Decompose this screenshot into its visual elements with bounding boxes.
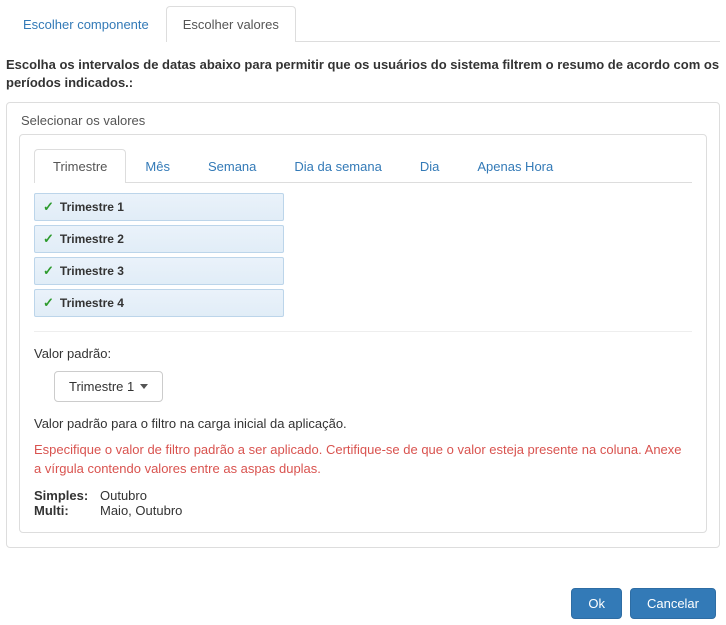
example-simple-value: Outubro <box>100 488 147 503</box>
value-label: Trimestre 3 <box>60 264 124 278</box>
check-icon: ✓ <box>43 263 54 279</box>
default-value-dropdown[interactable]: Trimestre 1 <box>54 371 163 402</box>
value-item-trimestre-2[interactable]: ✓ Trimestre 2 <box>34 225 284 253</box>
outer-tabs: Escolher componente Escolher valores <box>6 6 720 42</box>
example-multi-value: Maio, Outubro <box>100 503 182 518</box>
value-item-trimestre-4[interactable]: ✓ Trimestre 4 <box>34 289 284 317</box>
value-label: Trimestre 2 <box>60 232 124 246</box>
select-values-fieldset: Selecionar os valores Trimestre Mês Sema… <box>6 102 720 547</box>
tab-dia-da-semana[interactable]: Dia da semana <box>275 149 400 183</box>
value-label: Trimestre 4 <box>60 296 124 310</box>
example-simple-label: Simples: <box>34 488 94 503</box>
tab-mes[interactable]: Mês <box>126 149 189 183</box>
value-label: Trimestre 1 <box>60 200 124 214</box>
check-icon: ✓ <box>43 295 54 311</box>
tab-dia[interactable]: Dia <box>401 149 459 183</box>
default-value-warning: Especifique o valor de filtro padrão a s… <box>34 441 692 477</box>
fieldset-legend: Selecionar os valores <box>19 113 707 134</box>
tab-choose-component[interactable]: Escolher componente <box>6 6 166 42</box>
value-list: ✓ Trimestre 1 ✓ Trimestre 2 ✓ Trimestre … <box>34 193 692 317</box>
default-value-label: Valor padrão: <box>34 346 692 361</box>
value-item-trimestre-3[interactable]: ✓ Trimestre 3 <box>34 257 284 285</box>
cancel-button[interactable]: Cancelar <box>630 588 716 619</box>
tab-choose-values[interactable]: Escolher valores <box>166 6 296 42</box>
dropdown-selected-text: Trimestre 1 <box>69 379 134 394</box>
default-value-section: Valor padrão: Trimestre 1 Valor padrão p… <box>34 331 692 517</box>
default-value-examples: Simples: Outubro Multi: Maio, Outubro <box>34 488 692 518</box>
default-value-help: Valor padrão para o filtro na carga inic… <box>34 416 692 431</box>
instruction-text: Escolha os intervalos de datas abaixo pa… <box>6 56 720 92</box>
tab-trimestre[interactable]: Trimestre <box>34 149 126 183</box>
period-tabs: Trimestre Mês Semana Dia da semana Dia A… <box>34 149 692 183</box>
tab-semana[interactable]: Semana <box>189 149 275 183</box>
example-multi-label: Multi: <box>34 503 94 518</box>
value-item-trimestre-1[interactable]: ✓ Trimestre 1 <box>34 193 284 221</box>
dialog-footer: Ok Cancelar <box>6 588 720 619</box>
ok-button[interactable]: Ok <box>571 588 622 619</box>
caret-down-icon <box>140 384 148 389</box>
check-icon: ✓ <box>43 231 54 247</box>
values-panel: Trimestre Mês Semana Dia da semana Dia A… <box>19 134 707 532</box>
check-icon: ✓ <box>43 199 54 215</box>
tab-apenas-hora[interactable]: Apenas Hora <box>458 149 572 183</box>
